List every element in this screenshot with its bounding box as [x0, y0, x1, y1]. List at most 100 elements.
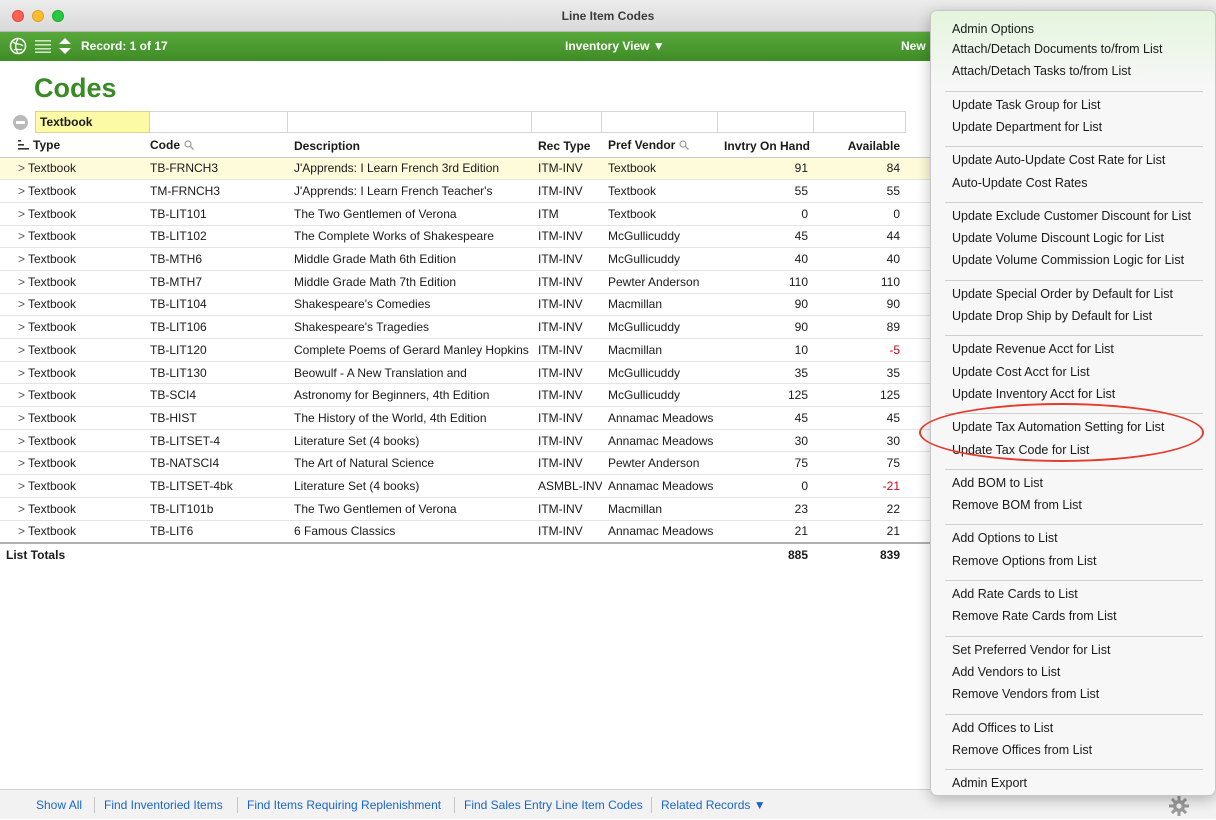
- gear-icon[interactable]: [1168, 795, 1190, 820]
- admin-menu-item[interactable]: Auto-Update Cost Rates: [952, 176, 1088, 190]
- find-sales-entry-line-item-codes-link[interactable]: Find Sales Entry Line Item Codes: [464, 798, 643, 812]
- table-row[interactable]: > Textbook TB-LIT101 The Two Gentlemen of V…: [0, 202, 930, 226]
- table-row[interactable]: > Textbook TB-NATSCI4 The Art of Natural Sc…: [0, 451, 930, 476]
- admin-menu-item[interactable]: Remove Offices from List: [952, 743, 1092, 757]
- column-header-pref-vendor[interactable]: Pref Vendor: [602, 135, 718, 158]
- clear-find-icon[interactable]: [13, 115, 28, 130]
- disclosure-chevron-icon[interactable]: >: [12, 252, 28, 266]
- column-header-description[interactable]: Description: [288, 135, 532, 158]
- column-header-on-hand[interactable]: Invtry On Hand: [718, 135, 814, 158]
- table-row[interactable]: > Textbook TB-SCI4 Astronomy for Beginners,…: [0, 383, 930, 408]
- view-selector[interactable]: Inventory View ▼: [565, 39, 665, 53]
- admin-menu-item[interactable]: Update Department for List: [952, 120, 1102, 134]
- list-icon[interactable]: [35, 39, 51, 56]
- admin-menu-item[interactable]: Add Rate Cards to List: [952, 587, 1078, 601]
- disclosure-chevron-icon[interactable]: >: [12, 207, 28, 221]
- admin-menu-item[interactable]: Attach/Detach Tasks to/from List: [952, 64, 1131, 78]
- admin-menu-item[interactable]: Update Exclude Customer Discount for Lis…: [952, 209, 1191, 223]
- admin-menu-item[interactable]: Update Special Order by Default for List: [952, 287, 1173, 301]
- disclosure-chevron-icon[interactable]: >: [12, 275, 28, 289]
- admin-menu-item[interactable]: Remove Options from List: [952, 554, 1097, 568]
- vendor-find-input[interactable]: [602, 111, 718, 133]
- cell-code: TB-NATSCI4: [144, 451, 288, 476]
- admin-menu-item[interactable]: Update Volume Commission Logic for List: [952, 253, 1184, 267]
- admin-menu-item[interactable]: Update Volume Discount Logic for List: [952, 231, 1164, 245]
- cell-vendor: McGullicuddy: [602, 361, 718, 385]
- admin-menu-item[interactable]: Update Inventory Acct for List: [952, 387, 1115, 401]
- show-all-link[interactable]: Show All: [36, 798, 82, 812]
- related-records-menu[interactable]: Related Records ▼: [661, 798, 766, 812]
- cell-available: 0: [814, 202, 906, 226]
- table-row[interactable]: > Textbook TB-MTH7 Middle Grade Math 7th Ed…: [0, 270, 930, 294]
- table-row[interactable]: > Textbook TB-LIT6 6 Famous Classics ITM-INV…: [0, 520, 930, 544]
- admin-menu-item[interactable]: Set Preferred Vendor for List: [952, 643, 1110, 657]
- admin-menu-item[interactable]: Add Offices to List: [952, 721, 1053, 735]
- table-row[interactable]: > Textbook TB-LITSET-4 Literature Set (4 bo…: [0, 429, 930, 453]
- disclosure-chevron-icon[interactable]: >: [12, 479, 28, 493]
- admin-menu-item[interactable]: Add Vendors to List: [952, 665, 1060, 679]
- admin-menu-item[interactable]: Update Task Group for List: [952, 98, 1100, 112]
- column-header-rec-type[interactable]: Rec Type: [532, 135, 602, 158]
- admin-menu-item[interactable]: Update Cost Acct for List: [952, 365, 1090, 379]
- globe-icon[interactable]: [9, 37, 27, 58]
- column-header-available[interactable]: Available: [814, 135, 906, 158]
- cell-spacer: [906, 270, 930, 294]
- disclosure-chevron-icon[interactable]: >: [12, 524, 28, 538]
- table-row[interactable]: > Textbook TB-LIT106 Shakespeare's Tragedie…: [0, 315, 930, 339]
- disclosure-chevron-icon[interactable]: >: [12, 320, 28, 334]
- admin-menu-item[interactable]: Update Auto-Update Cost Rate for List: [952, 153, 1165, 167]
- admin-menu-item[interactable]: Add Options to List: [952, 531, 1058, 545]
- table-row[interactable]: > Textbook TB-HIST The History of the World…: [0, 406, 930, 430]
- table-row[interactable]: > Textbook TB-LIT102 The Complete Works of …: [0, 225, 930, 249]
- available-find-input[interactable]: [814, 111, 906, 133]
- cell-available: 75: [814, 451, 906, 476]
- table-row[interactable]: > Textbook TB-LIT120 Complete Poems of Gera…: [0, 338, 930, 362]
- admin-menu-item[interactable]: Remove Rate Cards from List: [952, 609, 1117, 623]
- disclosure-chevron-icon[interactable]: >: [12, 366, 28, 380]
- new-button[interactable]: New: [901, 39, 926, 53]
- disclosure-chevron-icon[interactable]: >: [12, 229, 28, 243]
- admin-menu-item[interactable]: Remove Vendors from List: [952, 687, 1099, 701]
- record-navigator-icon[interactable]: [58, 37, 72, 58]
- table-row[interactable]: > Textbook TB-FRNCH3 J'Apprends: I Learn Fr…: [0, 157, 930, 181]
- table-row[interactable]: > Textbook TM-FRNCH3 J'Apprends: I Learn Fr…: [0, 179, 930, 203]
- admin-menu-item[interactable]: Update Drop Ship by Default for List: [952, 309, 1152, 323]
- table-row[interactable]: > Textbook TB-LIT101b The Two Gentlemen of …: [0, 497, 930, 521]
- admin-menu-item[interactable]: Attach/Detach Documents to/from List: [952, 42, 1163, 56]
- column-header-code[interactable]: Code: [144, 135, 288, 158]
- admin-menu-item[interactable]: Update Revenue Acct for List: [952, 342, 1114, 356]
- table-row[interactable]: > Textbook TB-MTH6 Middle Grade Math 6th Ed…: [0, 247, 930, 271]
- admin-menu-item[interactable]: Remove BOM from List: [952, 498, 1082, 512]
- find-items-requiring-replenishment-link[interactable]: Find Items Requiring Replenishment: [247, 798, 441, 812]
- disclosure-chevron-icon[interactable]: >: [12, 184, 28, 198]
- cell-on-hand: 90: [718, 293, 814, 317]
- code-find-input[interactable]: [150, 111, 288, 133]
- search-icon[interactable]: [679, 139, 690, 153]
- disclosure-chevron-icon[interactable]: >: [12, 502, 28, 516]
- on-hand-find-input[interactable]: [718, 111, 814, 133]
- disclosure-chevron-icon[interactable]: >: [12, 161, 28, 175]
- disclosure-chevron-icon[interactable]: >: [12, 434, 28, 448]
- table-row[interactable]: > Textbook TB-LIT130 Beowulf - A New Transl…: [0, 361, 930, 385]
- description-find-input[interactable]: [288, 111, 532, 133]
- cell-code: TB-MTH7: [144, 270, 288, 294]
- type-find-input[interactable]: [35, 111, 150, 133]
- find-inventoried-items-link[interactable]: Find Inventoried Items: [104, 798, 223, 812]
- disclosure-chevron-icon[interactable]: >: [12, 297, 28, 311]
- sort-icon[interactable]: [18, 139, 29, 153]
- admin-menu-item[interactable]: Admin Export: [952, 776, 1027, 790]
- column-header-type[interactable]: Type: [0, 135, 144, 158]
- table-row[interactable]: > Textbook TB-LITSET-4bk Literature Set (4 …: [0, 474, 930, 498]
- disclosure-chevron-icon[interactable]: >: [12, 388, 28, 402]
- cell-code: TB-FRNCH3: [144, 157, 288, 181]
- disclosure-chevron-icon[interactable]: >: [12, 343, 28, 357]
- cell-rec-type: ITM-INV: [532, 497, 602, 521]
- admin-menu-item[interactable]: Add BOM to List: [952, 476, 1043, 490]
- disclosure-chevron-icon[interactable]: >: [12, 456, 28, 470]
- disclosure-chevron-icon[interactable]: >: [12, 411, 28, 425]
- rec-type-find-input[interactable]: [532, 111, 602, 133]
- cell-vendor: Pewter Anderson: [602, 270, 718, 294]
- search-icon[interactable]: [184, 139, 194, 153]
- table-row[interactable]: > Textbook TB-LIT104 Shakespeare's Comedies…: [0, 293, 930, 317]
- menu-divider: [945, 90, 1203, 92]
